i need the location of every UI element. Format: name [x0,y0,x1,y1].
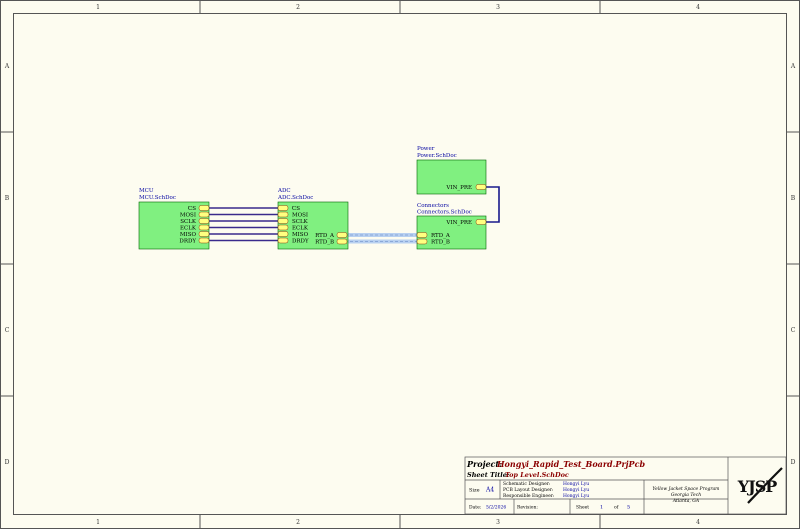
row-label: A [4,63,10,70]
sheet-symbol-mcu[interactable]: MCU MCU.SchDoc CS MOSI SCLK ECLK MISO DR… [138,188,210,250]
outer-frame [0,0,800,529]
sheet-designator: ADC [277,188,291,194]
row-label: D [5,459,10,466]
port-label: ECLK [180,226,197,232]
sheet-number: 1 [600,505,603,511]
spi-wires[interactable] [209,207,278,242]
engineer-label: Responsible Engineer: [503,493,555,499]
schematic-designer: Hongyi Lyu [563,481,589,487]
schematic-canvas: 1 2 3 4 1 2 3 4 A B C D A B C D MCU MCU.… [0,0,800,529]
column-label: 4 [696,4,700,11]
date-label: Date: [469,505,482,511]
port-label: MOSI [180,213,196,219]
row-label: A [790,63,796,70]
org-line: Yellow Jacket Space Program [653,486,720,492]
sheet-filename: MCU.SchDoc [139,195,176,201]
port-label: DRDY [292,239,309,245]
size-value: A4 [485,487,494,494]
port-label: VIN_PRE [445,185,472,191]
column-label: 2 [296,4,300,11]
port-label: CS [188,206,196,212]
column-label: 1 [96,4,100,11]
port-label: ECLK [292,226,309,232]
port-label: SCLK [292,219,309,225]
sheet-designator: MCU [139,188,154,194]
sheet-symbol-connectors[interactable]: Connectors Connectors.SchDoc VIN_PRE RTD… [416,203,487,250]
of-label: of [614,505,619,511]
port-label: RTD_B [431,240,450,246]
row-label: B [791,195,796,202]
row-label: C [791,327,796,334]
yjsp-logo: YJSP [737,467,783,504]
pcb-designer-label: PCB Layout Designer: [503,487,554,493]
vin-pre-wire[interactable] [486,186,500,223]
port-label: MISO [292,232,309,238]
column-label: 3 [496,4,500,11]
size-label: Size [469,488,480,494]
sheet-designator: Power [417,146,435,152]
column-label: 2 [296,519,300,526]
row-label: B [5,195,10,202]
sheet-total: 5 [627,505,630,511]
sheet-symbol-power[interactable]: Power Power.SchDoc VIN_PRE [416,146,487,195]
revision-label: Revision: [517,505,538,511]
schematic-designer-label: Schematic Designer: [503,481,551,487]
org-line: Georgia Tech [671,492,701,498]
sheet-symbol-adc[interactable]: ADC ADC.SchDoc CS MOSI SCLK ECLK MISO DR… [277,188,349,250]
date-value: 5/2/2026 [486,505,506,511]
sheet-filename: ADC.SchDoc [277,195,313,201]
column-label: 4 [696,519,700,526]
title-block-text: Project: Hongyi_Rapid_Test_Board.PrjPcb … [466,459,719,511]
port-label: RTD_A [431,233,451,239]
port-label: SCLK [180,219,197,225]
port-label: MOSI [292,213,308,219]
port-label: VIN_PRE [445,220,472,226]
port-label: RTD_B [315,240,334,246]
sheet-filename: Power.SchDoc [417,153,457,159]
sheet-entry [475,184,487,190]
port-label: DRDY [179,239,196,245]
sheet-title: Top Level.SchDoc [505,471,569,479]
sheet-label: Sheet [576,505,589,511]
engineer: Hongyi Lyu [563,493,589,499]
sheet-filename: Connectors.SchDoc [417,210,472,216]
port-label: RTD_A [315,233,335,239]
project-name: Hongyi_Rapid_Test_Board.PrjPcb [496,459,645,469]
port-label: MISO [180,232,197,238]
column-label: 3 [496,519,500,526]
rtd-bus[interactable] [340,233,424,244]
sheet-designator: Connectors [417,203,449,209]
row-label: C [5,327,10,334]
row-label: D [791,459,796,466]
column-label: 1 [96,519,100,526]
zone-ticks [0,0,800,529]
pcb-designer: Hongyi Lyu [563,487,589,493]
sheet-title-label: Sheet Title: [467,471,510,479]
org-line: Atlanta, GA [672,498,700,504]
inner-frame [13,13,787,515]
port-label: CS [292,206,300,212]
